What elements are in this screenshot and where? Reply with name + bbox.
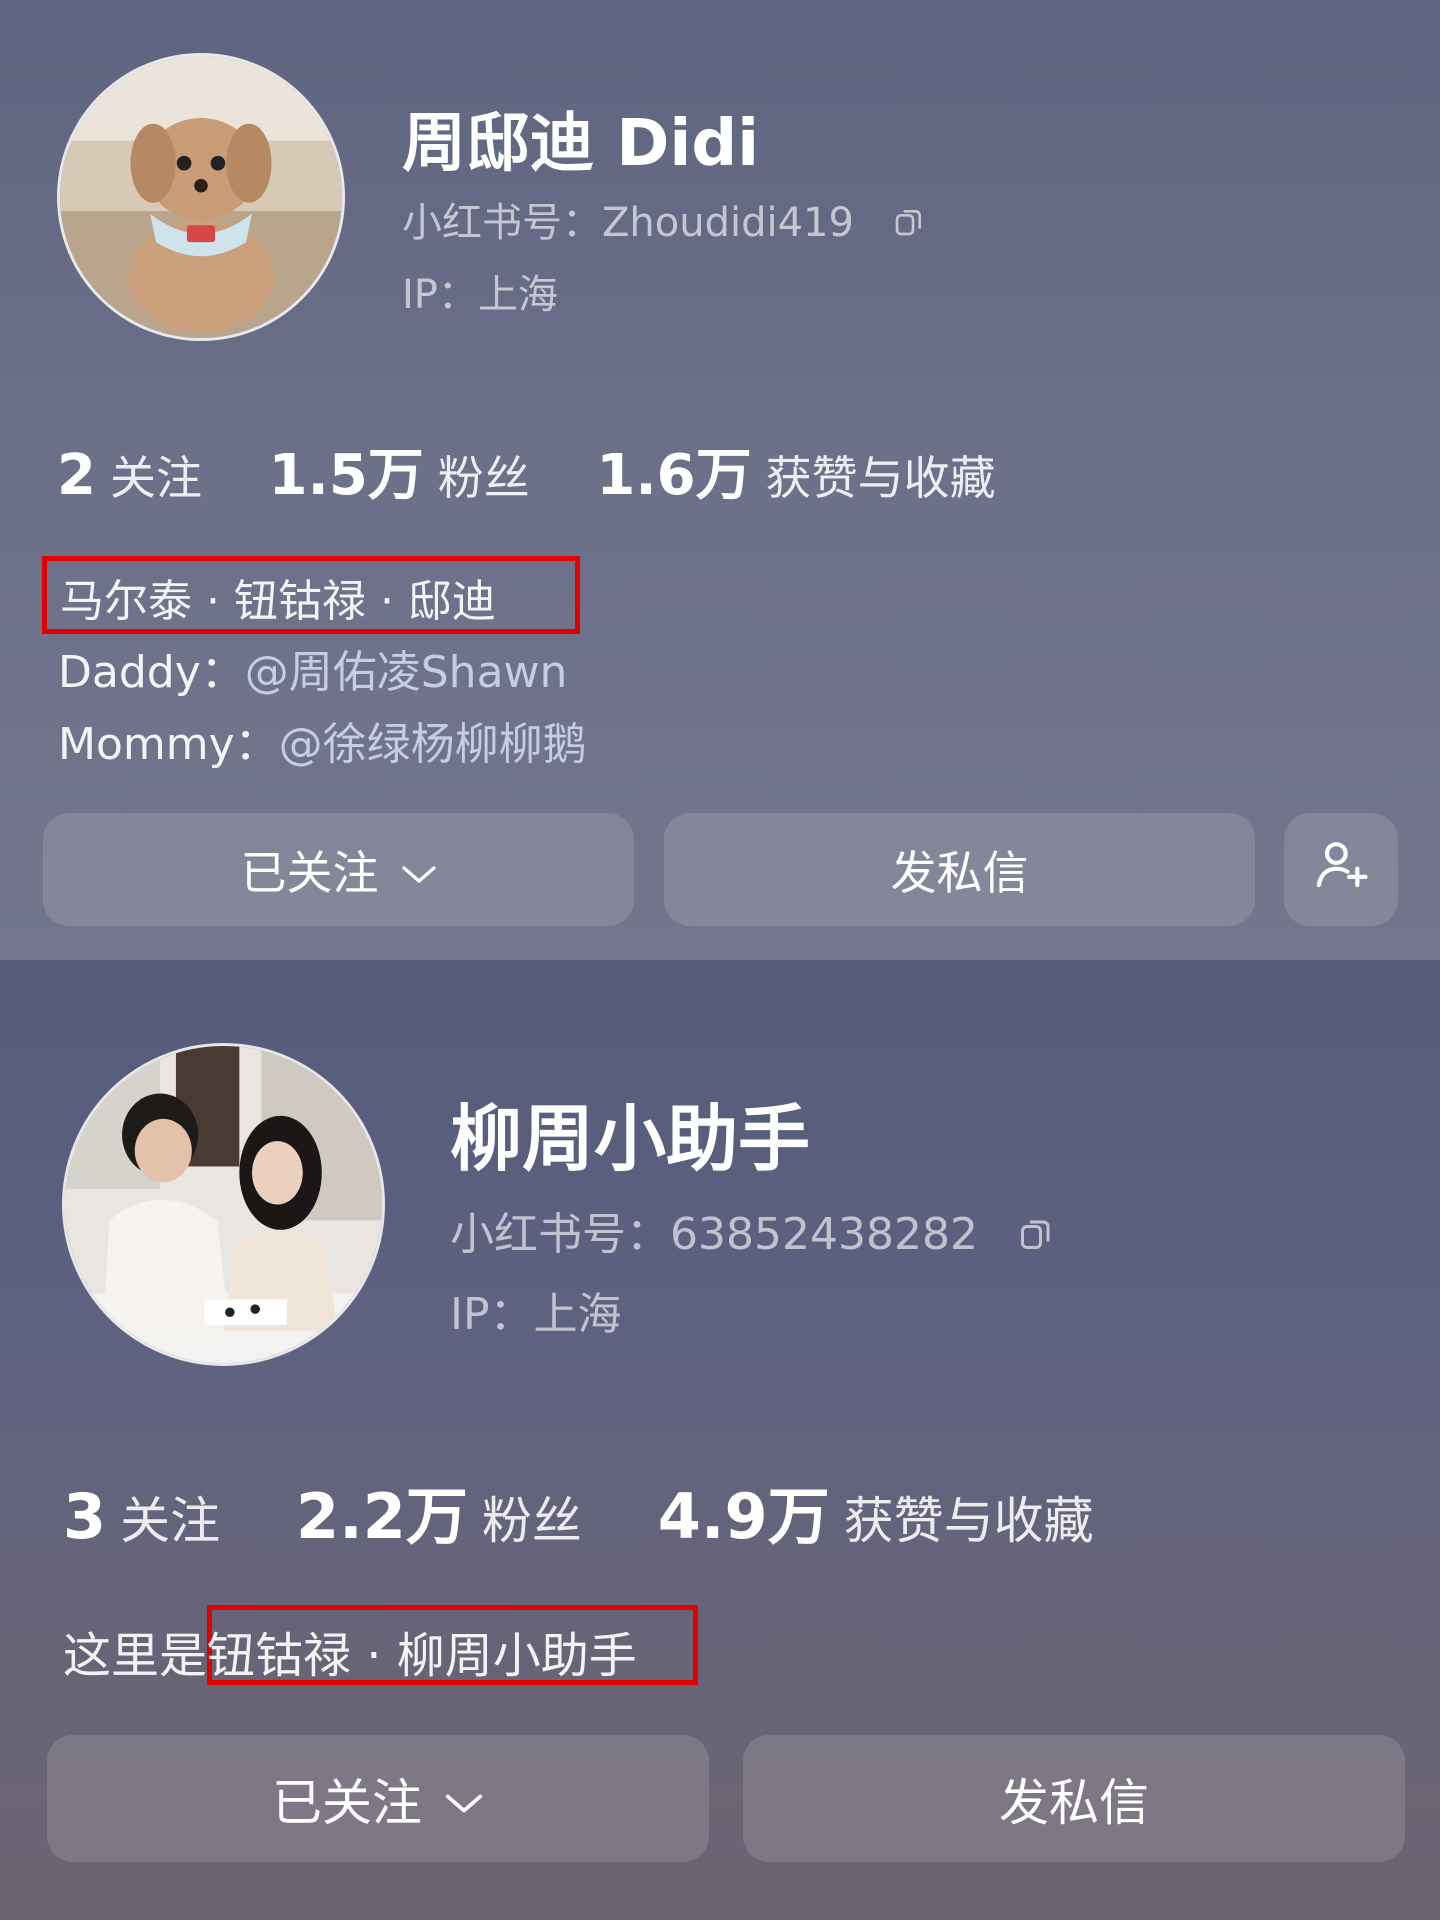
avatar[interactable] xyxy=(62,1043,385,1366)
followed-button[interactable]: 已关注 xyxy=(43,813,634,926)
stat-likes-count: 1.6万 xyxy=(596,443,752,508)
message-button-label: 发私信 xyxy=(999,1773,1149,1832)
profile-name: 周邸迪 Didi xyxy=(402,107,760,181)
stats-row: 3 关注 2.2万 粉丝 4.9万 获赞与收藏 xyxy=(63,1466,1146,1556)
stat-followers-label: 粉丝 xyxy=(481,1492,582,1550)
stat-likes-label: 获赞与收藏 xyxy=(843,1492,1094,1550)
account-id-label: 小红书号： xyxy=(450,1209,670,1260)
bio-line-1: 这里是钮钴禄 · 柳周小助手 xyxy=(63,1616,637,1686)
stat-following-label: 关注 xyxy=(109,451,202,505)
followed-button-label: 已关注 xyxy=(240,845,379,900)
bio-line-2: Daddy：@周佑凌Shawn xyxy=(58,636,567,700)
chevron-down-icon xyxy=(401,843,437,897)
couple-avatar-image xyxy=(65,1046,382,1363)
stat-likes[interactable]: 1.6万 获赞与收藏 xyxy=(596,430,995,511)
stat-following-count: 3 xyxy=(63,1480,107,1553)
stat-following[interactable]: 3 关注 xyxy=(63,1480,220,1553)
account-id-label: 小红书号： xyxy=(402,200,602,246)
message-button[interactable]: 发私信 xyxy=(664,813,1255,926)
profile-card-didi: 周邸迪 Didi 小红书号：Zhoudidi419 IP：上海 2 关注 1.5万… xyxy=(0,0,1440,960)
bio-mommy-label: Mommy： xyxy=(58,719,279,770)
message-button-label: 发私信 xyxy=(890,845,1029,900)
stat-likes-label: 获赞与收藏 xyxy=(765,451,996,505)
ip-location: IP：上海 xyxy=(450,1289,622,1340)
stat-likes-count: 4.9万 xyxy=(657,1480,830,1553)
ip-location: IP：上海 xyxy=(402,272,558,318)
stats-row: 2 关注 1.5万 粉丝 1.6万 获赞与收藏 xyxy=(57,430,1048,511)
profile-name: 柳周小助手 xyxy=(450,1097,811,1181)
bio-line-1: 马尔泰 · 钮钴禄 · 邸迪 xyxy=(60,576,496,627)
stat-likes[interactable]: 4.9万 获赞与收藏 xyxy=(658,1466,1094,1556)
stat-followers[interactable]: 2.2万 粉丝 xyxy=(296,1466,582,1556)
mention-link-mommy[interactable]: @徐绿杨柳柳鹅 xyxy=(279,719,587,770)
chevron-down-icon xyxy=(444,1770,484,1828)
stat-followers-count: 2.2万 xyxy=(296,1480,468,1553)
copy-icon[interactable] xyxy=(893,202,925,248)
account-id-row: 小红书号：Zhoudidi419 xyxy=(402,190,925,248)
copy-icon[interactable] xyxy=(1018,1212,1054,1263)
add-user-icon xyxy=(1313,836,1369,903)
account-id-row: 小红书号：63852438282 xyxy=(450,1198,1054,1263)
bio-line-3: Mommy：@徐绿杨柳柳鹅 xyxy=(58,708,587,772)
stat-following[interactable]: 2 关注 xyxy=(57,442,202,508)
dog-avatar-image xyxy=(60,56,342,338)
account-id-value: Zhoudidi419 xyxy=(602,200,854,246)
bio-daddy-label: Daddy： xyxy=(58,647,245,698)
stat-following-label: 关注 xyxy=(120,1492,221,1550)
followed-button-label: 已关注 xyxy=(272,1773,422,1832)
avatar[interactable] xyxy=(57,53,345,341)
stat-followers-label: 粉丝 xyxy=(437,451,530,505)
stat-followers[interactable]: 1.5万 粉丝 xyxy=(269,430,530,511)
bio-prefix: 这里是 xyxy=(63,1628,208,1684)
mention-link-daddy[interactable]: @周佑凌Shawn xyxy=(245,647,568,698)
add-friend-button[interactable] xyxy=(1284,813,1398,926)
bio-highlighted-text: 钮钴禄 · 柳周小助手 xyxy=(207,1628,637,1684)
stat-followers-count: 1.5万 xyxy=(268,443,424,508)
account-id-value: 63852438282 xyxy=(670,1209,978,1260)
stat-following-count: 2 xyxy=(57,443,96,508)
profile-card-liuzhou: 柳周小助手 小红书号：63852438282 IP：上海 3 关注 2.2万 粉丝 … xyxy=(0,960,1440,1920)
message-button[interactable]: 发私信 xyxy=(743,1735,1405,1862)
followed-button[interactable]: 已关注 xyxy=(47,1735,709,1862)
